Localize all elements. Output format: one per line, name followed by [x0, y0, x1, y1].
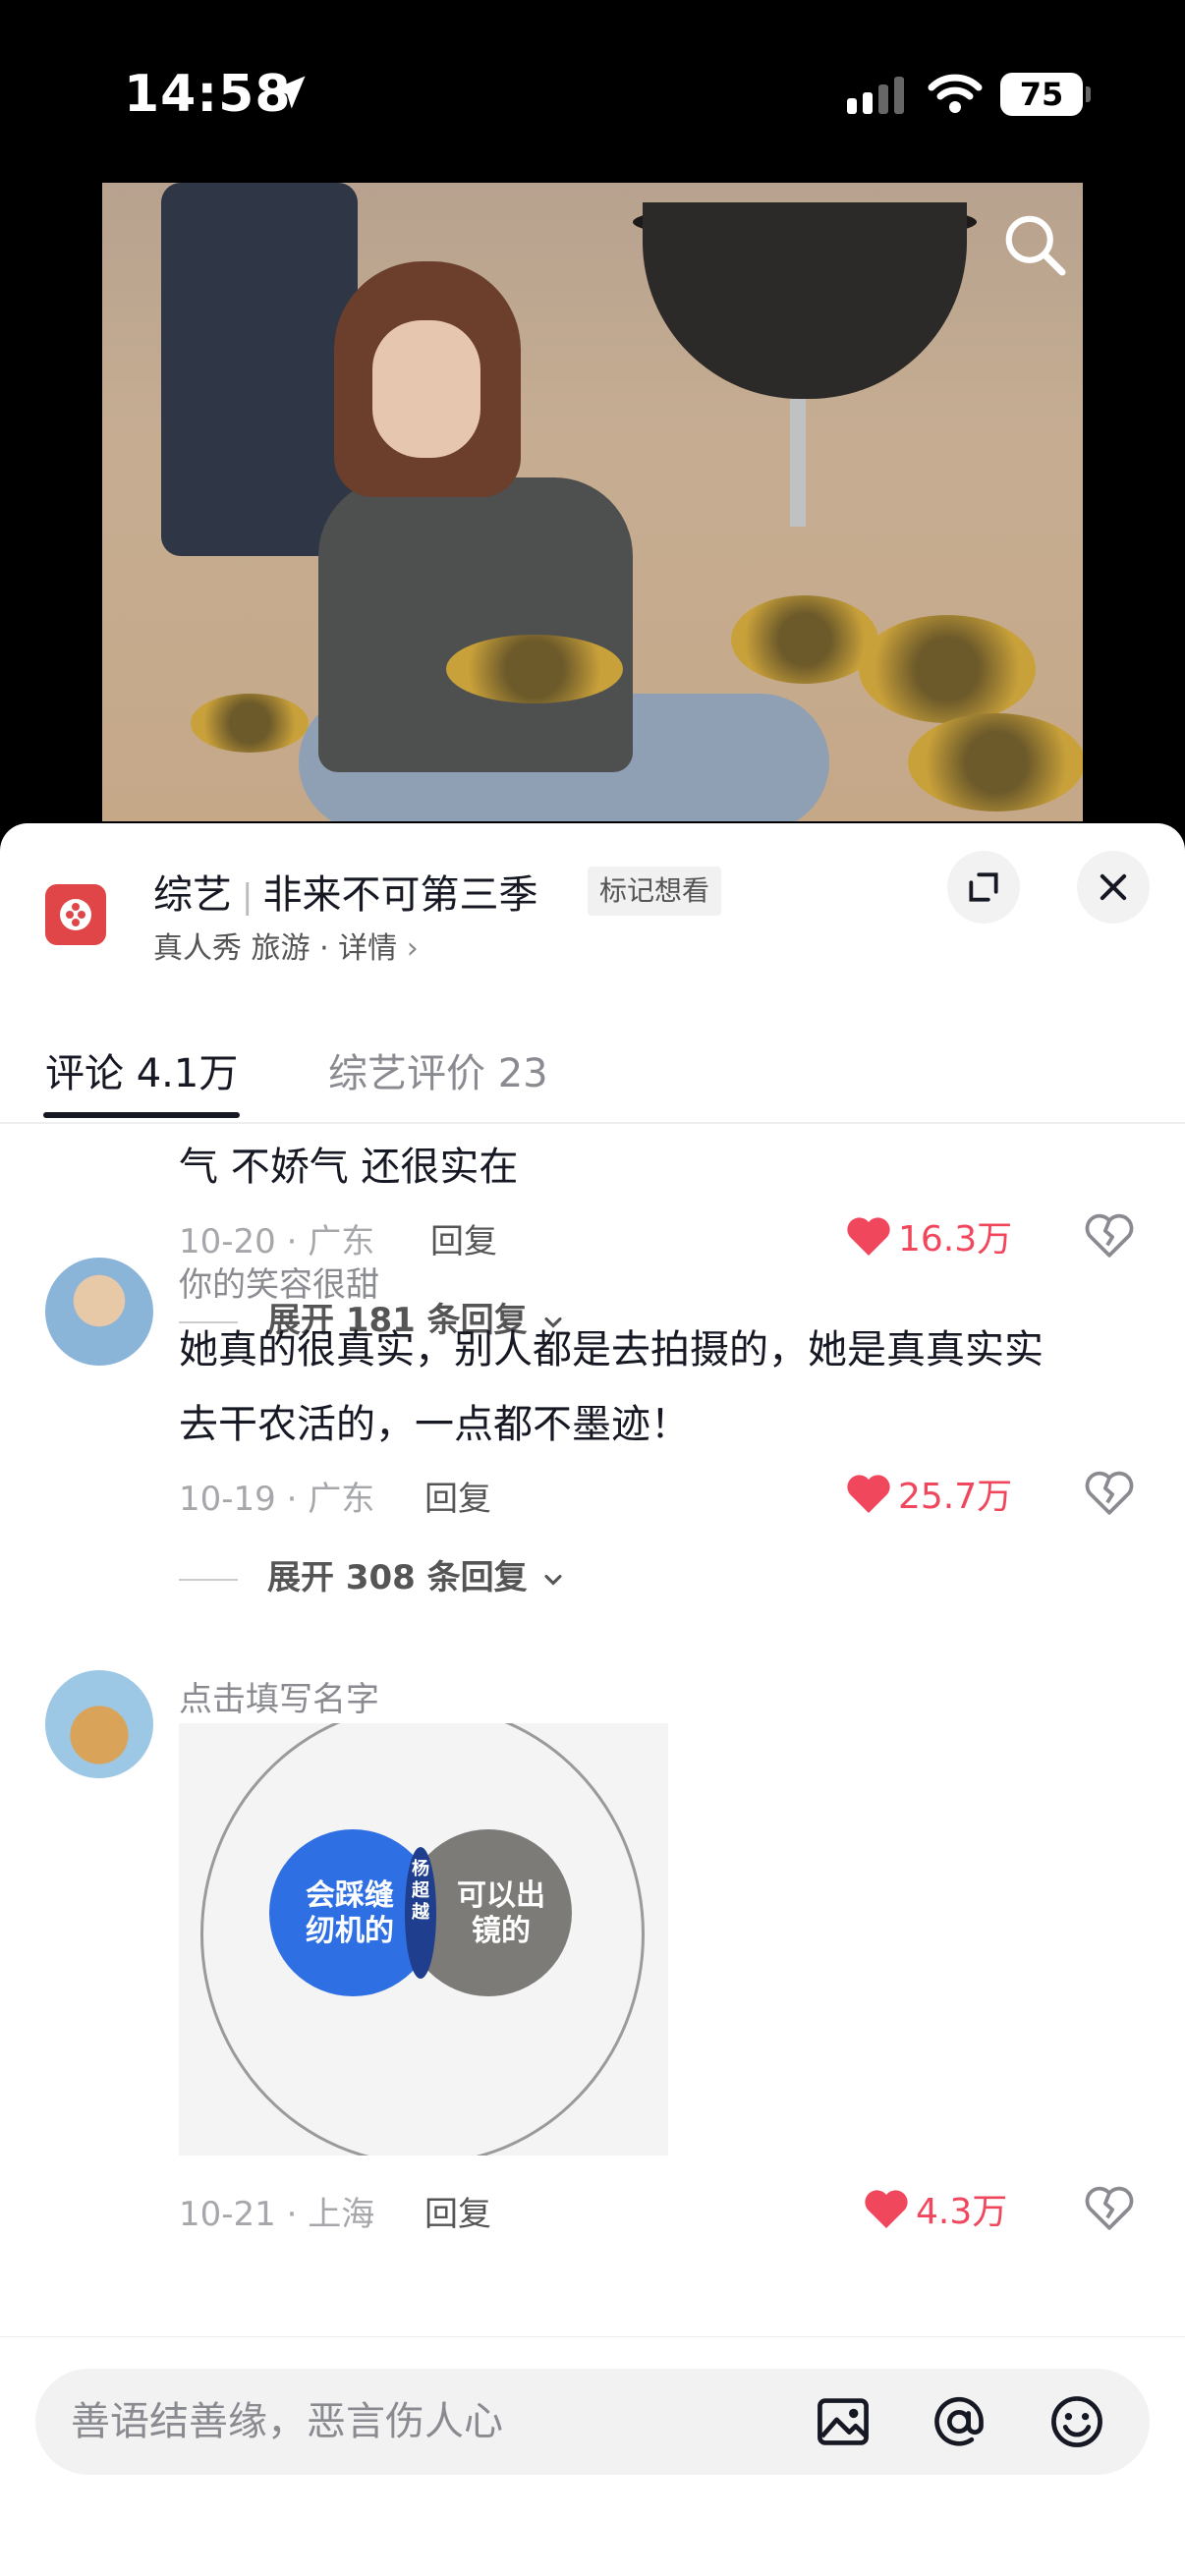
video-pot	[643, 202, 967, 399]
avatar[interactable]	[45, 1670, 153, 1778]
show-logo-icon[interactable]	[45, 884, 106, 945]
comment-date-location: 10-19 · 广东	[179, 1480, 375, 1519]
reply-button[interactable]: 回复	[424, 1472, 491, 1520]
broken-heart-icon[interactable]	[1085, 1212, 1134, 1258]
video-bg-person	[161, 183, 358, 556]
emoji-icon[interactable]	[1047, 2392, 1106, 2451]
expand-replies-button[interactable]: 展开 308 条回复	[179, 1550, 567, 1598]
broken-heart-icon[interactable]	[1085, 1470, 1134, 1515]
tab-variety-reviews[interactable]: 综艺评价 23	[328, 1041, 548, 1098]
location-arrow-icon	[272, 76, 306, 109]
comment-image[interactable]: 会踩缝 纫机的 可以出 镜的 杨 超 越	[179, 1723, 668, 2156]
video-sunflower	[446, 635, 623, 703]
video-sunflower	[731, 595, 878, 684]
wifi-icon	[928, 74, 983, 113]
image-icon[interactable]	[814, 2392, 873, 2451]
comment-date-location: 10-20 · 广东	[179, 1222, 375, 1261]
signal-icon	[847, 77, 904, 114]
search-icon[interactable]	[1000, 210, 1069, 279]
like-button[interactable]: 4.3万	[863, 2183, 1007, 2232]
like-button[interactable]: 16.3万	[845, 1210, 1012, 1260]
expand-replies-label: 展开 308 条回复	[267, 1558, 528, 1597]
close-icon	[1100, 873, 1127, 901]
battery-icon: 75	[1000, 73, 1091, 116]
tab-active-indicator	[43, 1112, 240, 1118]
venn-label-center: 杨 超 越	[412, 1859, 429, 1923]
show-category: 综艺	[153, 872, 232, 918]
chevron-right-icon: ›	[406, 931, 419, 966]
tab-comments[interactable]: 评论 4.1万	[45, 1041, 238, 1098]
comment-input-bar	[0, 2336, 1185, 2576]
reply-button[interactable]: 回复	[430, 1214, 497, 1262]
comment-input-container[interactable]	[35, 2369, 1150, 2475]
close-button[interactable]	[1077, 851, 1150, 924]
avatar[interactable]	[45, 1258, 153, 1366]
like-count: 25.7万	[898, 1477, 1013, 1517]
comment-text: 气 不娇气 还很实在	[179, 1145, 519, 1190]
like-count: 16.3万	[898, 1219, 1013, 1260]
expand-button[interactable]	[947, 851, 1020, 924]
video-pot-stand	[790, 399, 806, 527]
video-sunflower	[908, 713, 1083, 812]
video-player[interactable]	[102, 183, 1083, 821]
comment-username[interactable]: 点击填写名字	[179, 1672, 379, 1720]
venn-label-left: 会踩缝 纫机的	[306, 1878, 394, 1948]
video-person-body	[318, 477, 633, 772]
video-sunflower	[859, 615, 1036, 723]
status-time: 14:58	[124, 65, 292, 124]
comment-input[interactable]	[71, 2394, 759, 2449]
divider-line	[179, 1578, 238, 1581]
video-person-face	[372, 320, 480, 458]
battery-level: 75	[1019, 76, 1064, 113]
reply-button[interactable]: 回复	[424, 2187, 491, 2235]
at-icon[interactable]	[930, 2392, 988, 2451]
show-name: 非来不可第三季	[262, 872, 538, 918]
comment-username[interactable]: 你的笑容很甜	[179, 1258, 379, 1306]
expand-icon	[969, 872, 998, 902]
venn-label-right: 可以出 镜的	[457, 1878, 545, 1948]
title-divider: |	[242, 877, 254, 917]
heart-icon	[847, 1217, 890, 1256]
tab-bar: 评论 4.1万 综艺评价 23	[0, 1016, 1185, 1124]
show-title[interactable]: 综艺 | 非来不可第三季	[153, 863, 537, 920]
show-subtitle: 真人秀 旅游 · 详情	[153, 931, 398, 966]
comment-list[interactable]: 气 不娇气 还很实在 10-20 · 广东 回复 16.3万 展开 181 条回…	[0, 1126, 1185, 2334]
broken-heart-icon[interactable]	[1085, 2185, 1134, 2230]
comments-sheet: 综艺 | 非来不可第三季 标记想看 真人秀 旅游 · 详情 › 评论 4.1万 综艺…	[0, 823, 1185, 2576]
comment-text-line: 去干农活的，一点都不墨迹！	[179, 1402, 690, 1447]
like-button[interactable]: 25.7万	[845, 1468, 1012, 1517]
status-bar: 14:58 75	[0, 0, 1185, 187]
video-sunflower	[191, 694, 309, 753]
like-count: 4.3万	[916, 2192, 1008, 2232]
chevron-down-icon	[543, 1574, 562, 1586]
comment-date-location: 10-21 · 上海	[179, 2195, 375, 2234]
heart-icon	[847, 1475, 890, 1513]
mark-want-to-watch-button[interactable]: 标记想看	[588, 867, 722, 916]
show-details-link[interactable]: 真人秀 旅游 · 详情 ›	[153, 924, 419, 967]
heart-icon	[865, 2190, 908, 2228]
comment-text-line: 她真的很真实，别人都是去拍摄的，她是真真实实	[179, 1327, 1044, 1372]
